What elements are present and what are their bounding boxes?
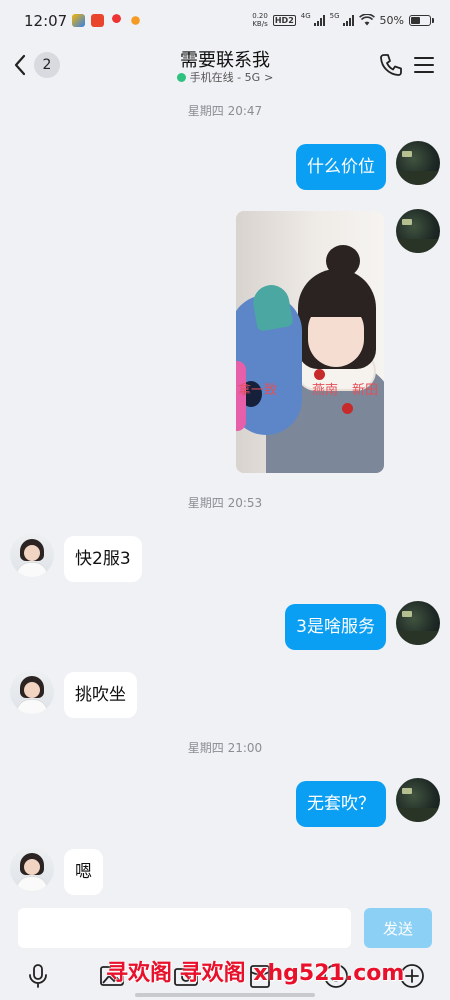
hd-badge: HD2 (272, 14, 296, 26)
menu-icon[interactable] (412, 52, 436, 78)
promo-watermark: 寻欢阁 寻欢阁 xhg521.com (106, 961, 405, 986)
send-button[interactable]: 发送 (364, 908, 432, 948)
my-avatar[interactable] (396, 601, 440, 645)
message-bubble-received[interactable]: 快2服3 (64, 536, 142, 582)
app-notification-icon (72, 14, 85, 27)
photo-watermark-text: 燕南 (312, 383, 339, 398)
message-timestamp: 星期四 20:47 (187, 104, 263, 118)
message-input[interactable] (18, 908, 351, 948)
message-bubble-received[interactable]: 挑吹坐 (64, 672, 137, 718)
signal-icon (342, 14, 354, 26)
online-dot-icon (176, 72, 186, 82)
status-time: 12:07 (24, 12, 68, 30)
contact-avatar[interactable] (10, 670, 54, 714)
signal-label-2: 5G (329, 12, 340, 20)
my-avatar[interactable] (396, 778, 440, 822)
net-speed: 0.20 KB/s (252, 12, 268, 28)
mic-icon[interactable] (24, 962, 52, 990)
message-bubble-sent[interactable]: 3是啥服务 (285, 604, 386, 650)
message-timestamp: 星期四 21:00 (187, 741, 263, 755)
online-status-text: 手机在线 - 5G (189, 71, 261, 84)
message-timestamp: 星期四 20:53 (187, 496, 263, 510)
message-image-sent[interactable]: 拿一致 燕南 新田 (236, 211, 384, 473)
message-bubble-sent[interactable]: 无套吹？ (296, 781, 386, 827)
my-avatar[interactable] (396, 209, 440, 253)
signal-icon (313, 14, 325, 26)
signal-label-1: 4G (300, 12, 311, 20)
wifi-icon (358, 14, 375, 26)
app-notification-icon (91, 14, 104, 27)
contact-avatar[interactable] (10, 533, 54, 577)
photo-watermark-text: 拿一致 (238, 383, 278, 398)
my-avatar[interactable] (396, 141, 440, 185)
battery-percent: 50% (379, 13, 404, 27)
photo-watermark-text: 新田 (352, 383, 379, 398)
message-bubble-received[interactable]: 嗯 (64, 849, 103, 895)
contact-avatar[interactable] (10, 847, 54, 891)
notification-icons (72, 14, 142, 27)
battery-icon (409, 14, 431, 26)
status-bar: 12:07 0.20 KB/s HD2 4G 5G 50% (0, 0, 450, 44)
chat-header: 2 需要联系我 手机在线 - 5G > (0, 44, 450, 92)
status-indicators: 0.20 KB/s HD2 4G 5G 50% (252, 12, 434, 28)
phone-icon[interactable] (378, 52, 404, 78)
status-chevron: > (264, 70, 274, 84)
message-bubble-sent[interactable]: 什么价位 (296, 144, 386, 190)
app-notification-icon (129, 14, 142, 27)
map-pin-icon (110, 14, 123, 27)
home-indicator[interactable] (135, 993, 315, 997)
